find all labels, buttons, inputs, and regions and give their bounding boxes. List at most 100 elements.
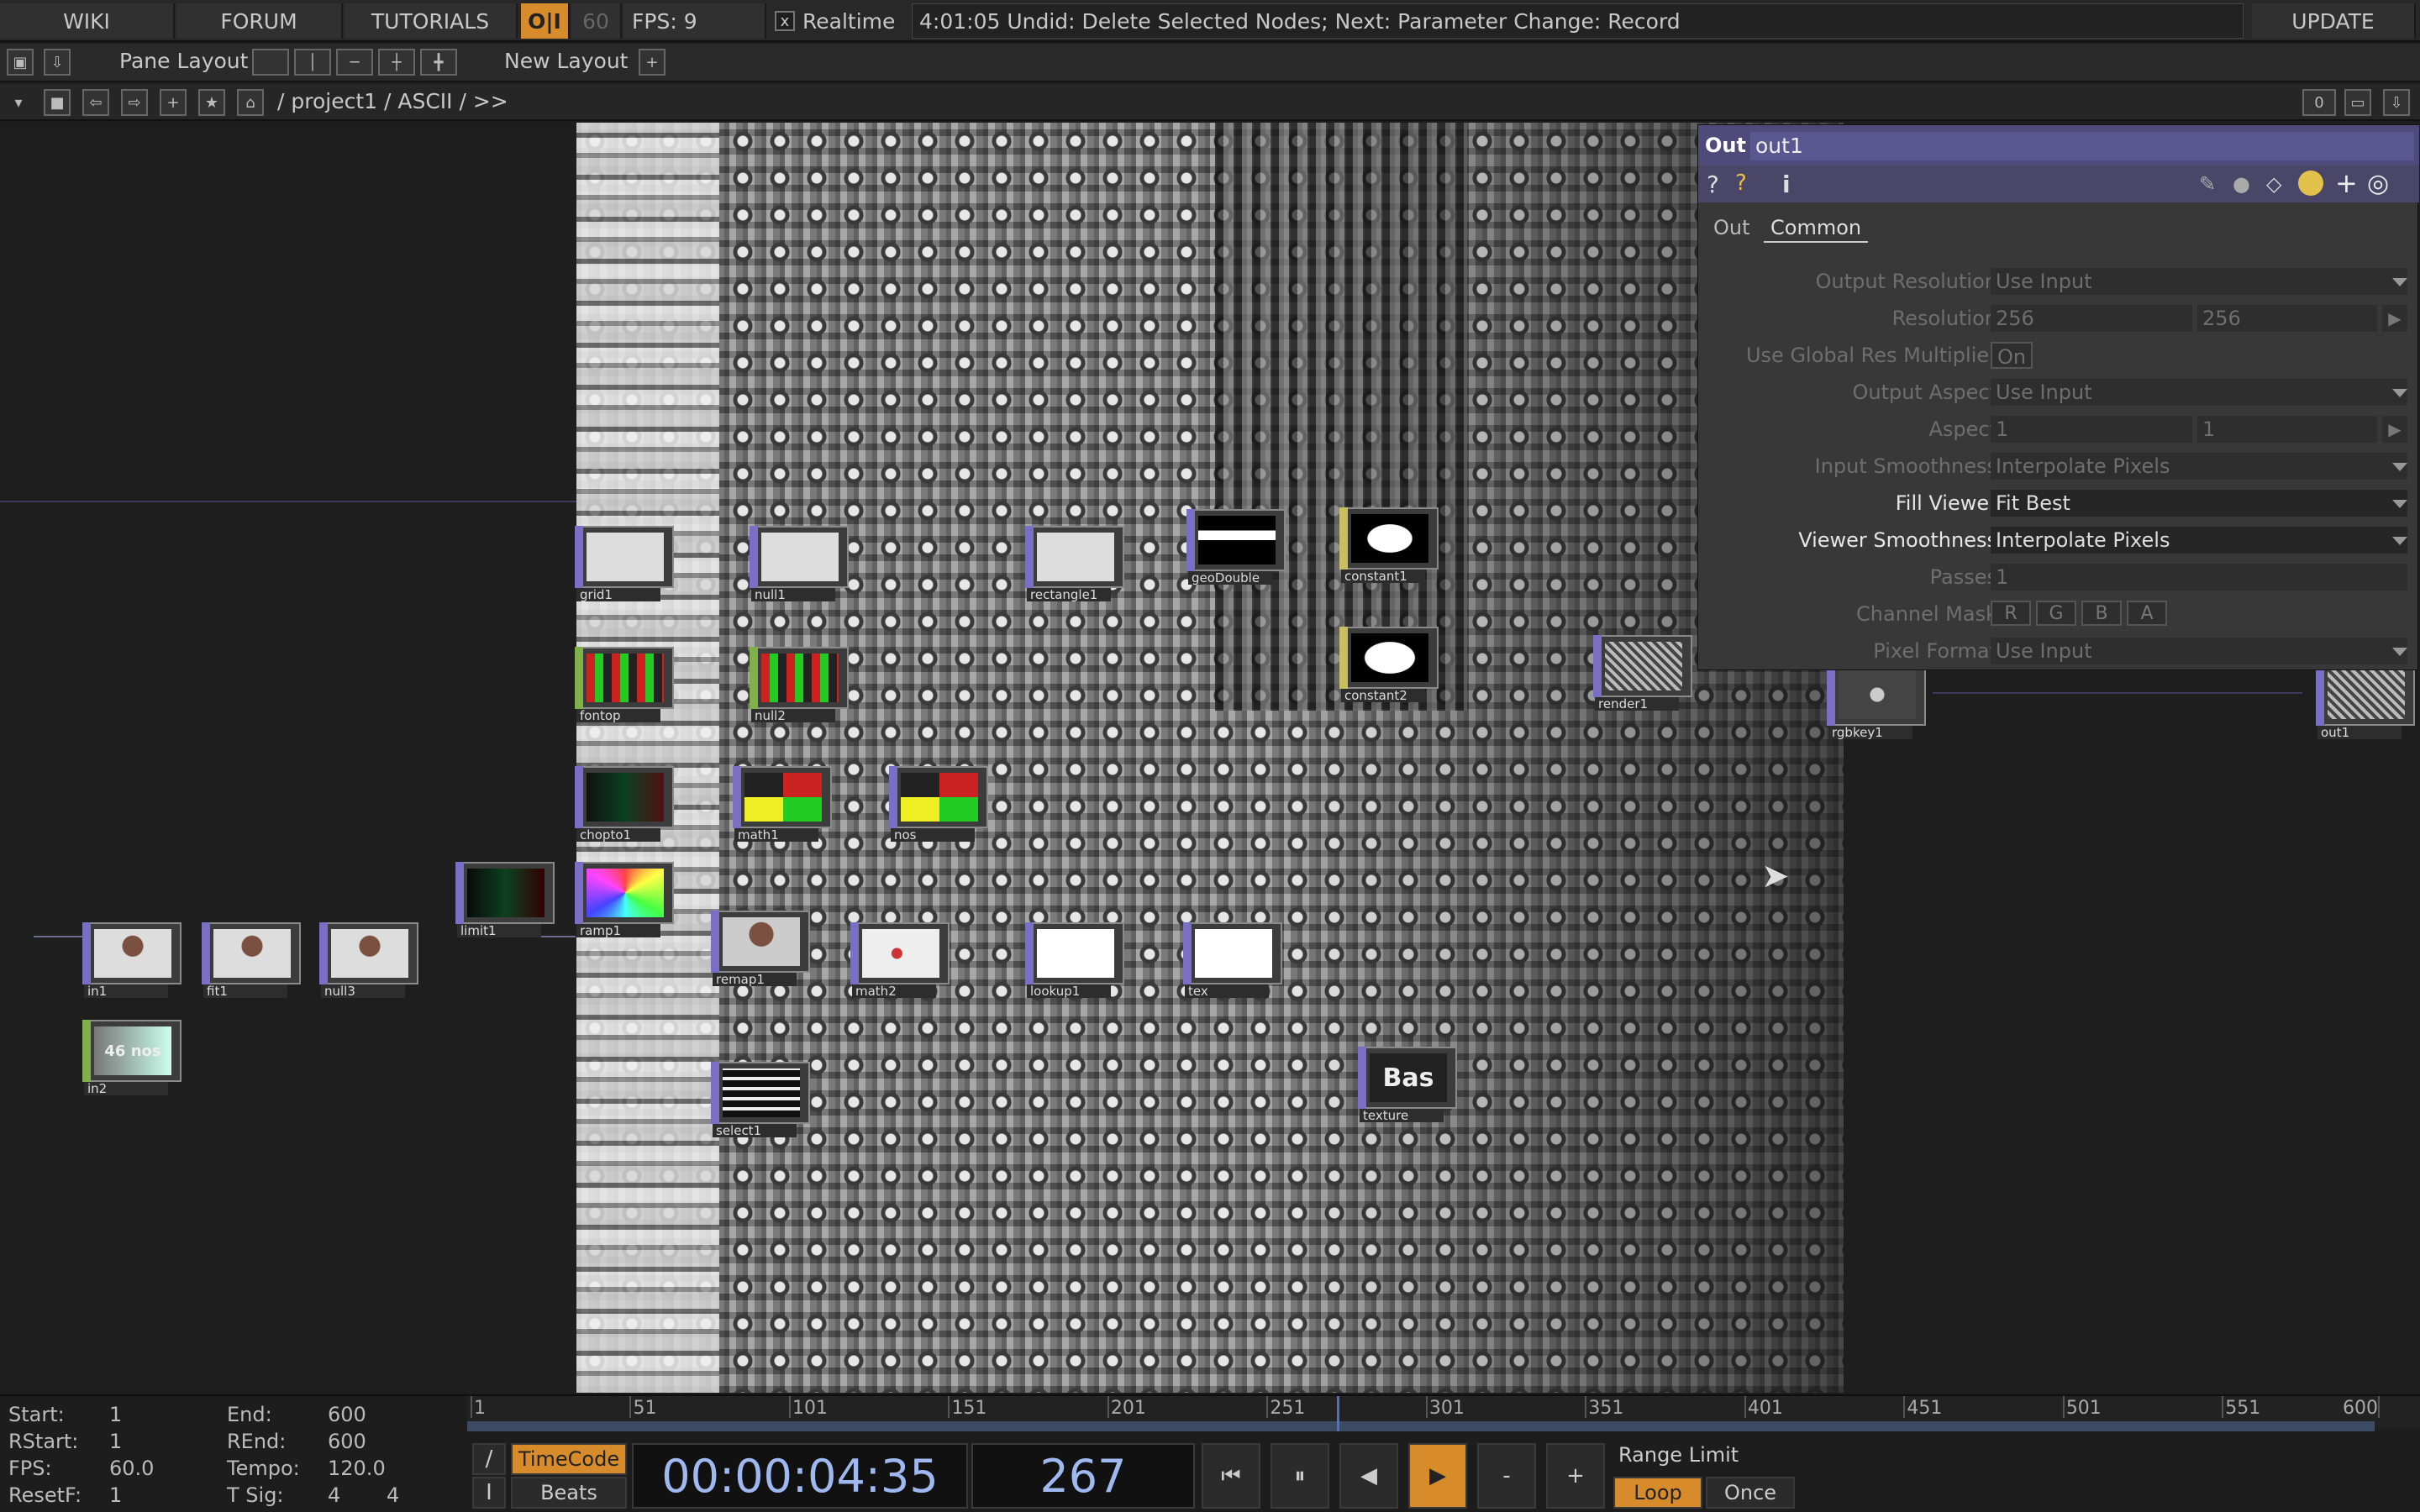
node-name-label[interactable]: geoDouble (1188, 571, 1272, 585)
param-menu[interactable]: Interpolate Pixels (1991, 527, 2407, 554)
channel-g-toggle[interactable]: G (2036, 601, 2076, 626)
timeline-track[interactable] (467, 1396, 2375, 1431)
node-flag[interactable] (1186, 509, 1195, 571)
channel-r-toggle[interactable]: R (1991, 601, 2031, 626)
split-three-icon[interactable]: ┼ (378, 49, 415, 76)
new-layout-label[interactable]: New Layout (504, 49, 628, 73)
playhead[interactable] (1337, 1396, 1339, 1431)
wiki-button[interactable]: WIKI (0, 3, 175, 39)
node-name-label[interactable]: constant1 (1341, 570, 1425, 583)
operator-node-out1[interactable]: out1 (2316, 664, 2415, 739)
node-flag[interactable] (575, 647, 583, 709)
counter-field[interactable]: 0 (2302, 89, 2336, 116)
operator-node-nos[interactable]: nos (889, 766, 988, 842)
param-menu[interactable]: Use Input (1991, 268, 2407, 295)
param-value-1[interactable]: 1 (1991, 416, 2192, 443)
toggle-slash-button[interactable]: / (472, 1443, 506, 1475)
node-name-label[interactable]: fontop (576, 709, 660, 722)
step-back-button[interactable]: - (1477, 1443, 1536, 1509)
operator-node-grid1[interactable]: grid1 (575, 526, 674, 601)
chevron-down-icon[interactable]: ▾ (5, 89, 32, 116)
pause-icon[interactable]: ⏸ (1270, 1443, 1329, 1509)
param-menu[interactable]: Use Input (1991, 638, 2407, 664)
node-name-label[interactable]: math2 (852, 984, 936, 998)
operator-node-geoDouble[interactable]: geoDouble (1186, 509, 1286, 585)
node-name-label[interactable]: out1 (2317, 726, 2402, 739)
single-pane-icon[interactable] (252, 49, 289, 76)
node-name-label[interactable]: in1 (84, 984, 168, 998)
rend-value[interactable]: 600 (328, 1430, 366, 1453)
star-icon[interactable]: ★ (198, 89, 225, 116)
param-value-2[interactable]: 1 (2197, 416, 2377, 443)
split-vertical-icon[interactable]: │ (294, 49, 331, 76)
operator-node-fit1[interactable]: fit1 (202, 922, 301, 998)
fps-target-field[interactable]: 60 (571, 3, 622, 39)
operator-node-render1[interactable]: render1 (1593, 635, 1692, 711)
once-button[interactable]: Once (1706, 1477, 1795, 1509)
stop-icon[interactable]: ■ (44, 89, 71, 116)
play-forward-icon[interactable]: ▶ (1408, 1443, 1467, 1509)
node-flag[interactable] (1358, 1047, 1366, 1109)
operator-node-remap1[interactable]: remap1 (711, 911, 810, 986)
param-menu[interactable]: Fit Best (1991, 490, 2407, 517)
operator-node-math2[interactable]: math2 (850, 922, 950, 998)
node-flag[interactable] (82, 922, 91, 984)
cook-toggle-button[interactable]: O|I (521, 3, 570, 39)
update-button[interactable]: UPDATE (2252, 3, 2416, 39)
param-menu[interactable]: Interpolate Pixels (1991, 453, 2407, 480)
split-four-icon[interactable]: ╋ (420, 49, 457, 76)
operator-node-null3[interactable]: null3 (319, 922, 418, 998)
param-slider[interactable]: 1 (1991, 564, 2407, 591)
split-horizontal-icon[interactable]: ─ (336, 49, 373, 76)
node-name-label[interactable]: nos (891, 828, 975, 842)
node-flag[interactable] (1339, 627, 1348, 689)
download-icon[interactable]: ⇩ (2383, 89, 2410, 116)
node-name-label[interactable]: select1 (713, 1124, 797, 1137)
node-name-label[interactable]: constant2 (1341, 689, 1425, 702)
back-icon[interactable]: ⇦ (82, 89, 109, 116)
info-icon[interactable]: i (1782, 171, 1791, 198)
operator-node-select1[interactable]: select1 (711, 1062, 810, 1137)
operator-name-field[interactable]: out1 (1750, 132, 2414, 160)
node-flag[interactable] (575, 766, 583, 828)
node-flag[interactable] (2316, 664, 2324, 726)
operator-node-tex[interactable]: tex (1183, 922, 1282, 998)
node-flag[interactable] (455, 862, 464, 924)
node-flag[interactable] (889, 766, 897, 828)
node-flag[interactable] (82, 1020, 91, 1082)
operator-node-null1[interactable]: null1 (750, 526, 849, 601)
layout-icon[interactable]: ▣ (7, 49, 34, 76)
operator-node-lookup1[interactable]: lookup1 (1025, 922, 1124, 998)
tutorials-button[interactable]: TUTORIALS (345, 3, 518, 39)
loop-button[interactable]: Loop (1613, 1477, 1702, 1509)
param-value-2[interactable]: 256 (2197, 305, 2377, 332)
help-icon[interactable]: ? (1707, 171, 1719, 198)
python-icon[interactable] (2298, 171, 2323, 196)
tsig-a-value[interactable]: 4 (328, 1483, 340, 1507)
node-name-label[interactable]: chopto1 (576, 828, 660, 842)
node-flag[interactable] (575, 862, 583, 924)
node-flag[interactable] (319, 922, 328, 984)
operator-node-limit1[interactable]: limit1 (455, 862, 555, 937)
node-flag[interactable] (750, 647, 758, 709)
node-name-label[interactable]: rgbkey1 (1828, 726, 1912, 739)
channel-b-toggle[interactable]: B (2081, 601, 2122, 626)
node-flag[interactable] (1025, 526, 1034, 588)
node-flag[interactable] (711, 911, 719, 973)
skip-to-start-icon[interactable]: ⏮ (1202, 1443, 1260, 1509)
forum-button[interactable]: FORUM (176, 3, 343, 39)
tempo-value[interactable]: 120.0 (328, 1457, 386, 1480)
maximize-icon[interactable]: ▭ (2344, 89, 2371, 116)
resetf-value[interactable]: 1 (109, 1483, 122, 1507)
operator-node-constant1[interactable]: constant1 (1339, 507, 1439, 583)
node-flag[interactable] (733, 766, 741, 828)
node-name-label[interactable]: tex (1185, 984, 1269, 998)
operator-node-fontop[interactable]: fontop (575, 647, 674, 722)
clone-icon[interactable]: ◇ (2266, 172, 2281, 196)
add-layout-button[interactable]: + (639, 49, 666, 76)
operator-node-constant2[interactable]: constant2 (1339, 627, 1439, 702)
add-icon[interactable]: + (160, 89, 187, 116)
node-name-label[interactable]: grid1 (576, 588, 660, 601)
tsig-b-value[interactable]: 4 (387, 1483, 399, 1507)
node-flag[interactable] (750, 526, 758, 588)
